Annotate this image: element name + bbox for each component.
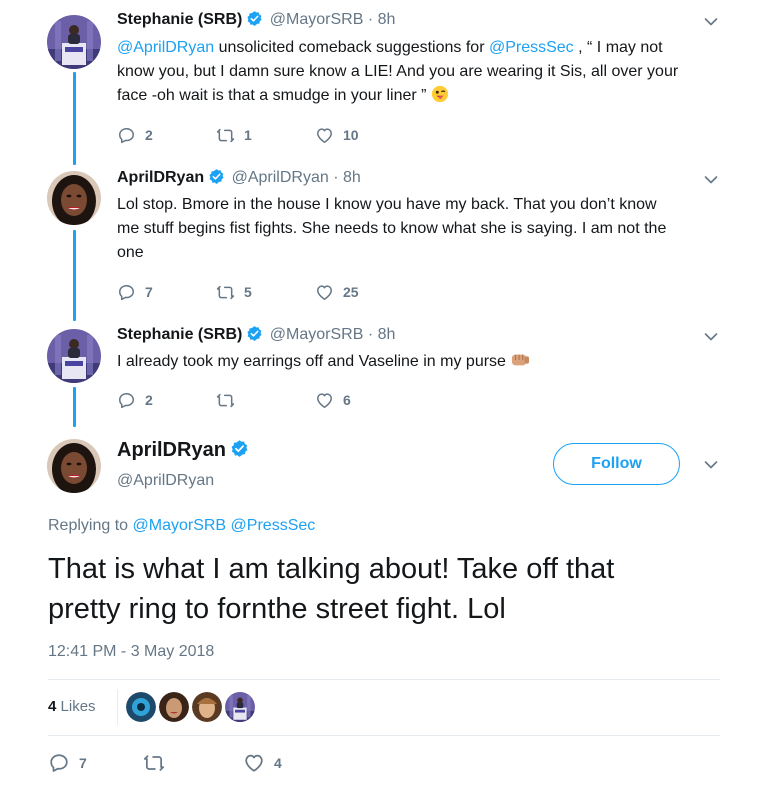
winking-face-emoji-icon	[431, 85, 449, 103]
tweet-header: Stephanie (SRB) @MayorSRB · 8h	[117, 325, 395, 344]
liker-avatar[interactable]	[126, 692, 156, 722]
retweet-icon	[216, 283, 235, 302]
divider	[48, 735, 720, 736]
mention-link[interactable]: @PressSec	[489, 39, 574, 56]
user-handle[interactable]: @MayorSRB	[270, 11, 364, 28]
user-handle[interactable]: @AprilDRyan	[117, 472, 214, 490]
chevron-down-icon[interactable]	[704, 17, 718, 27]
tweet-header: AprilDRyan @AprilDRyan · 8h	[117, 168, 361, 187]
liker-avatars	[126, 692, 258, 722]
reply-button[interactable]: 2	[117, 125, 153, 145]
display-name[interactable]: AprilDRyan	[117, 439, 251, 462]
like-button[interactable]: 6	[315, 390, 351, 410]
chevron-down-icon[interactable]	[704, 332, 718, 342]
avatar[interactable]	[47, 329, 101, 383]
heart-icon	[315, 126, 334, 145]
like-button[interactable]: 10	[315, 125, 359, 145]
liker-avatar[interactable]	[225, 692, 255, 722]
divider	[48, 679, 720, 680]
tweet-time[interactable]: 8h	[343, 169, 361, 186]
tweet-timestamp[interactable]: 12:41 PM - 3 May 2018	[48, 643, 214, 661]
avatar[interactable]	[47, 439, 101, 493]
thread-connector-line	[73, 72, 76, 165]
display-name[interactable]: Stephanie (SRB)	[117, 11, 242, 28]
main-tweet-text: That is what I am talking about! Take of…	[48, 553, 615, 625]
heart-icon	[243, 752, 265, 774]
heart-icon	[315, 391, 334, 410]
retweet-button[interactable]	[143, 753, 174, 773]
thread-connector-line	[73, 387, 76, 427]
display-name[interactable]: AprilDRyan	[117, 169, 204, 186]
likes-summary[interactable]: 4 Likes	[48, 698, 96, 715]
user-handle[interactable]: @MayorSRB	[270, 326, 364, 343]
liker-avatar[interactable]	[159, 692, 189, 722]
reply-icon	[117, 126, 136, 145]
reply-button[interactable]: 7	[48, 753, 87, 773]
replying-to-line: Replying to @MayorSRB @PressSec	[48, 517, 316, 534]
user-handle[interactable]: @AprilDRyan	[232, 169, 329, 186]
mention-link[interactable]: @MayorSRB	[133, 517, 227, 534]
reply-icon	[117, 283, 136, 302]
reply-icon	[48, 752, 70, 774]
separator-dot: ·	[367, 11, 374, 28]
verified-badge-icon	[246, 325, 263, 342]
verified-badge-icon	[246, 10, 263, 27]
reply-button[interactable]: 7	[117, 282, 153, 302]
chevron-down-icon[interactable]	[704, 175, 718, 185]
avatar[interactable]	[47, 171, 101, 225]
display-name[interactable]: Stephanie (SRB)	[117, 326, 242, 343]
mention-link[interactable]: @PressSec	[231, 517, 316, 534]
tweet-text: @AprilDRyan unsolicited comeback suggest…	[117, 39, 679, 104]
follow-button[interactable]: Follow	[553, 443, 680, 485]
liker-avatar[interactable]	[192, 692, 222, 722]
tweet-time[interactable]: 8h	[378, 326, 396, 343]
retweet-icon	[216, 126, 235, 145]
tweet-header: Stephanie (SRB) @MayorSRB · 8h	[117, 10, 395, 29]
like-button[interactable]: 25	[315, 282, 359, 302]
verified-badge-icon	[208, 168, 225, 185]
retweet-button[interactable]: 1	[216, 125, 252, 145]
retweet-icon	[216, 391, 235, 410]
mention-link[interactable]: @AprilDRyan	[117, 39, 214, 56]
retweet-button[interactable]: 5	[216, 282, 252, 302]
tweet-text: Lol stop. Bmore in the house I know you …	[117, 196, 667, 261]
like-button[interactable]: 4	[243, 753, 282, 773]
reply-button[interactable]: 2	[117, 390, 153, 410]
avatar[interactable]	[47, 15, 101, 69]
fist-emoji-icon	[512, 354, 530, 366]
separator-dot: ·	[333, 169, 339, 186]
tweet-time[interactable]: 8h	[378, 11, 396, 28]
verified-badge-icon	[230, 439, 249, 458]
retweet-icon	[143, 752, 165, 774]
divider	[117, 689, 118, 725]
heart-icon	[315, 283, 334, 302]
separator-dot: ·	[367, 326, 374, 343]
chevron-down-icon[interactable]	[704, 460, 718, 470]
reply-icon	[117, 391, 136, 410]
thread-connector-line	[73, 230, 76, 321]
tweet-text: I already took my earrings off and Vasel…	[117, 350, 717, 374]
retweet-button[interactable]	[216, 390, 244, 410]
